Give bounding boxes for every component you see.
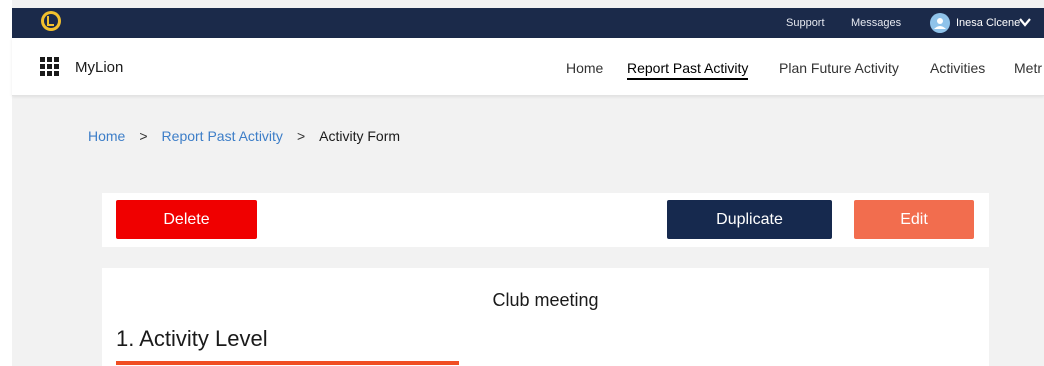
breadcrumb-report-past-activity[interactable]: Report Past Activity [162,128,283,144]
avatar[interactable] [930,13,950,33]
user-icon [934,18,946,29]
edit-button[interactable]: Edit [854,200,974,239]
app-frame: Support Messages Inesa Clcene MyLion Hom… [0,0,1044,366]
section-heading: 1. Activity Level [116,326,268,351]
nav-item-activities[interactable]: Activities [930,60,985,76]
nav-item-report-past-activity[interactable]: Report Past Activity [627,60,749,80]
action-bar: Delete Duplicate Edit [102,193,989,247]
chevron-down-icon[interactable] [1018,15,1032,29]
delete-button[interactable]: Delete [116,200,257,239]
activity-form-card: Club meeting 1. Activity Level [102,268,989,366]
lions-logo-icon[interactable] [40,10,62,32]
breadcrumb-separator: > [296,128,306,144]
brand-name[interactable]: MyLion [75,59,123,76]
breadcrumb: Home > Report Past Activity > Activity Form [88,128,400,144]
nav-item-metrics[interactable]: Metr [1014,60,1042,76]
user-name[interactable]: Inesa Clcene [956,17,1020,29]
app-grid-icon[interactable] [40,57,59,76]
section-underline [116,361,459,365]
breadcrumb-current: Activity Form [319,128,401,144]
nav-item-home[interactable]: Home [566,60,603,76]
form-title: Club meeting [492,290,599,310]
main-navbar: MyLion Home Report Past Activity Plan Fu… [12,38,1044,96]
left-edge [0,0,12,366]
top-utility-bar: Support Messages Inesa Clcene [12,8,1044,38]
messages-link[interactable]: Messages [851,17,901,29]
breadcrumb-separator: > [139,128,148,144]
breadcrumb-home[interactable]: Home [88,128,125,144]
duplicate-button[interactable]: Duplicate [667,200,832,239]
nav-item-plan-future-activity[interactable]: Plan Future Activity [779,60,899,76]
support-link[interactable]: Support [786,17,825,29]
